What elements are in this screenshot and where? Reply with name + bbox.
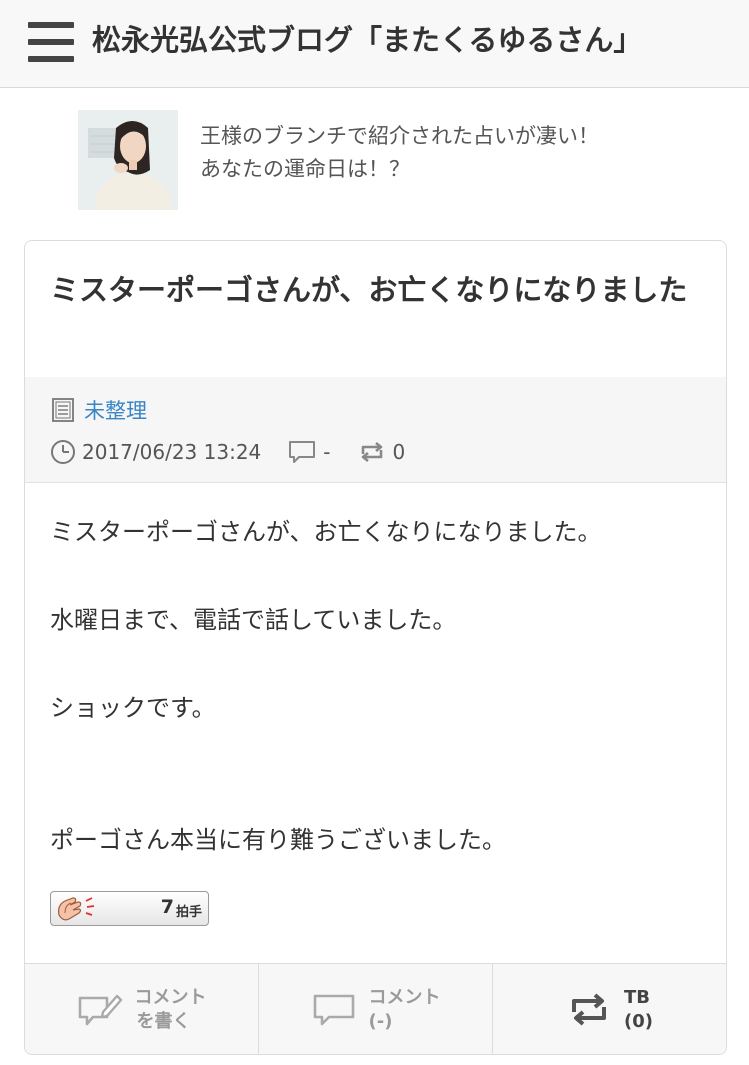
ad-banner[interactable]: 王様のブランチで紹介された占いが凄い！ あなたの運命日は！？ <box>78 110 678 210</box>
comments-button[interactable]: コメント (-) <box>259 964 493 1054</box>
comments-line1: コメント <box>368 986 441 1008</box>
post-title[interactable]: ミスターポーゴさんが、お亡くなりになりました <box>50 269 700 311</box>
trackback-line2: (0) <box>624 1010 653 1032</box>
ad-thumbnail-image[interactable] <box>78 110 178 210</box>
post-footer: コメント を書く コメント (-) TB (0) <box>25 963 726 1054</box>
ad-text-line1: 王様のブランチで紹介された占いが凄い！ <box>200 124 599 148</box>
trackback-count[interactable]: 0 <box>357 439 406 465</box>
speech-bubble-icon <box>289 441 316 463</box>
body-paragraph: ショックです。 <box>50 694 216 722</box>
body-paragraph: ミスターポーゴさんが、お亡くなりになりました。 <box>50 518 602 546</box>
clock-icon <box>51 440 75 464</box>
ad-text-line2: あなたの運命日は！？ <box>200 157 410 181</box>
article-card: ミスターポーゴさんが、お亡くなりになりました 未整理 2017/06/23 13… <box>24 240 727 1055</box>
post-meta: 未整理 2017/06/23 13:24 - 0 <box>25 377 726 483</box>
write-comment-line1: コメント <box>134 986 207 1008</box>
document-icon <box>52 398 74 422</box>
write-comment-button[interactable]: コメント を書く <box>25 964 259 1054</box>
comments-label: コメント (-) <box>369 986 441 1034</box>
date-row: 2017/06/23 13:24 - 0 <box>50 437 431 467</box>
clap-count: 7 <box>160 896 174 918</box>
repeat-icon <box>361 441 382 463</box>
write-comment-label: コメント を書く <box>135 986 207 1034</box>
clap-label: 拍手 <box>175 905 202 920</box>
repeat-icon <box>572 992 606 1026</box>
clap-button[interactable]: 7 拍手 <box>50 891 209 926</box>
trackback-count-text: 0 <box>392 440 406 464</box>
trackback-button[interactable]: TB (0) <box>493 964 726 1054</box>
comments-line2: (-) <box>368 1010 393 1032</box>
blog-title[interactable]: 松永光弘公式ブログ「またくるゆるさん」 <box>92 18 642 62</box>
speech-bubble-icon <box>313 994 354 1025</box>
write-comment-icon <box>78 994 122 1025</box>
write-comment-line2: を書く <box>136 1010 191 1032</box>
trackback-line1: TB <box>624 986 650 1008</box>
clapping-hands-icon <box>58 897 95 921</box>
comment-count[interactable]: - <box>287 439 331 465</box>
ad-text[interactable]: 王様のブランチで紹介された占いが凄い！ あなたの運命日は！？ <box>200 120 670 186</box>
comment-count-text: - <box>323 440 331 464</box>
category-row: 未整理 <box>50 395 147 425</box>
category-link[interactable]: 未整理 <box>84 395 147 425</box>
body-paragraph: 水曜日まで、電話で話していました。 <box>50 606 457 634</box>
app-header: 松永光弘公式ブログ「またくるゆるさん」 <box>0 0 749 88</box>
trackback-label: TB (0) <box>624 986 653 1034</box>
datetime-text: 2017/06/23 13:24 <box>82 440 262 464</box>
hamburger-menu-icon[interactable] <box>28 22 74 62</box>
body-paragraph: ポーゴさん本当に有り難うございました。 <box>50 826 506 854</box>
post-datetime: 2017/06/23 13:24 <box>50 439 261 465</box>
